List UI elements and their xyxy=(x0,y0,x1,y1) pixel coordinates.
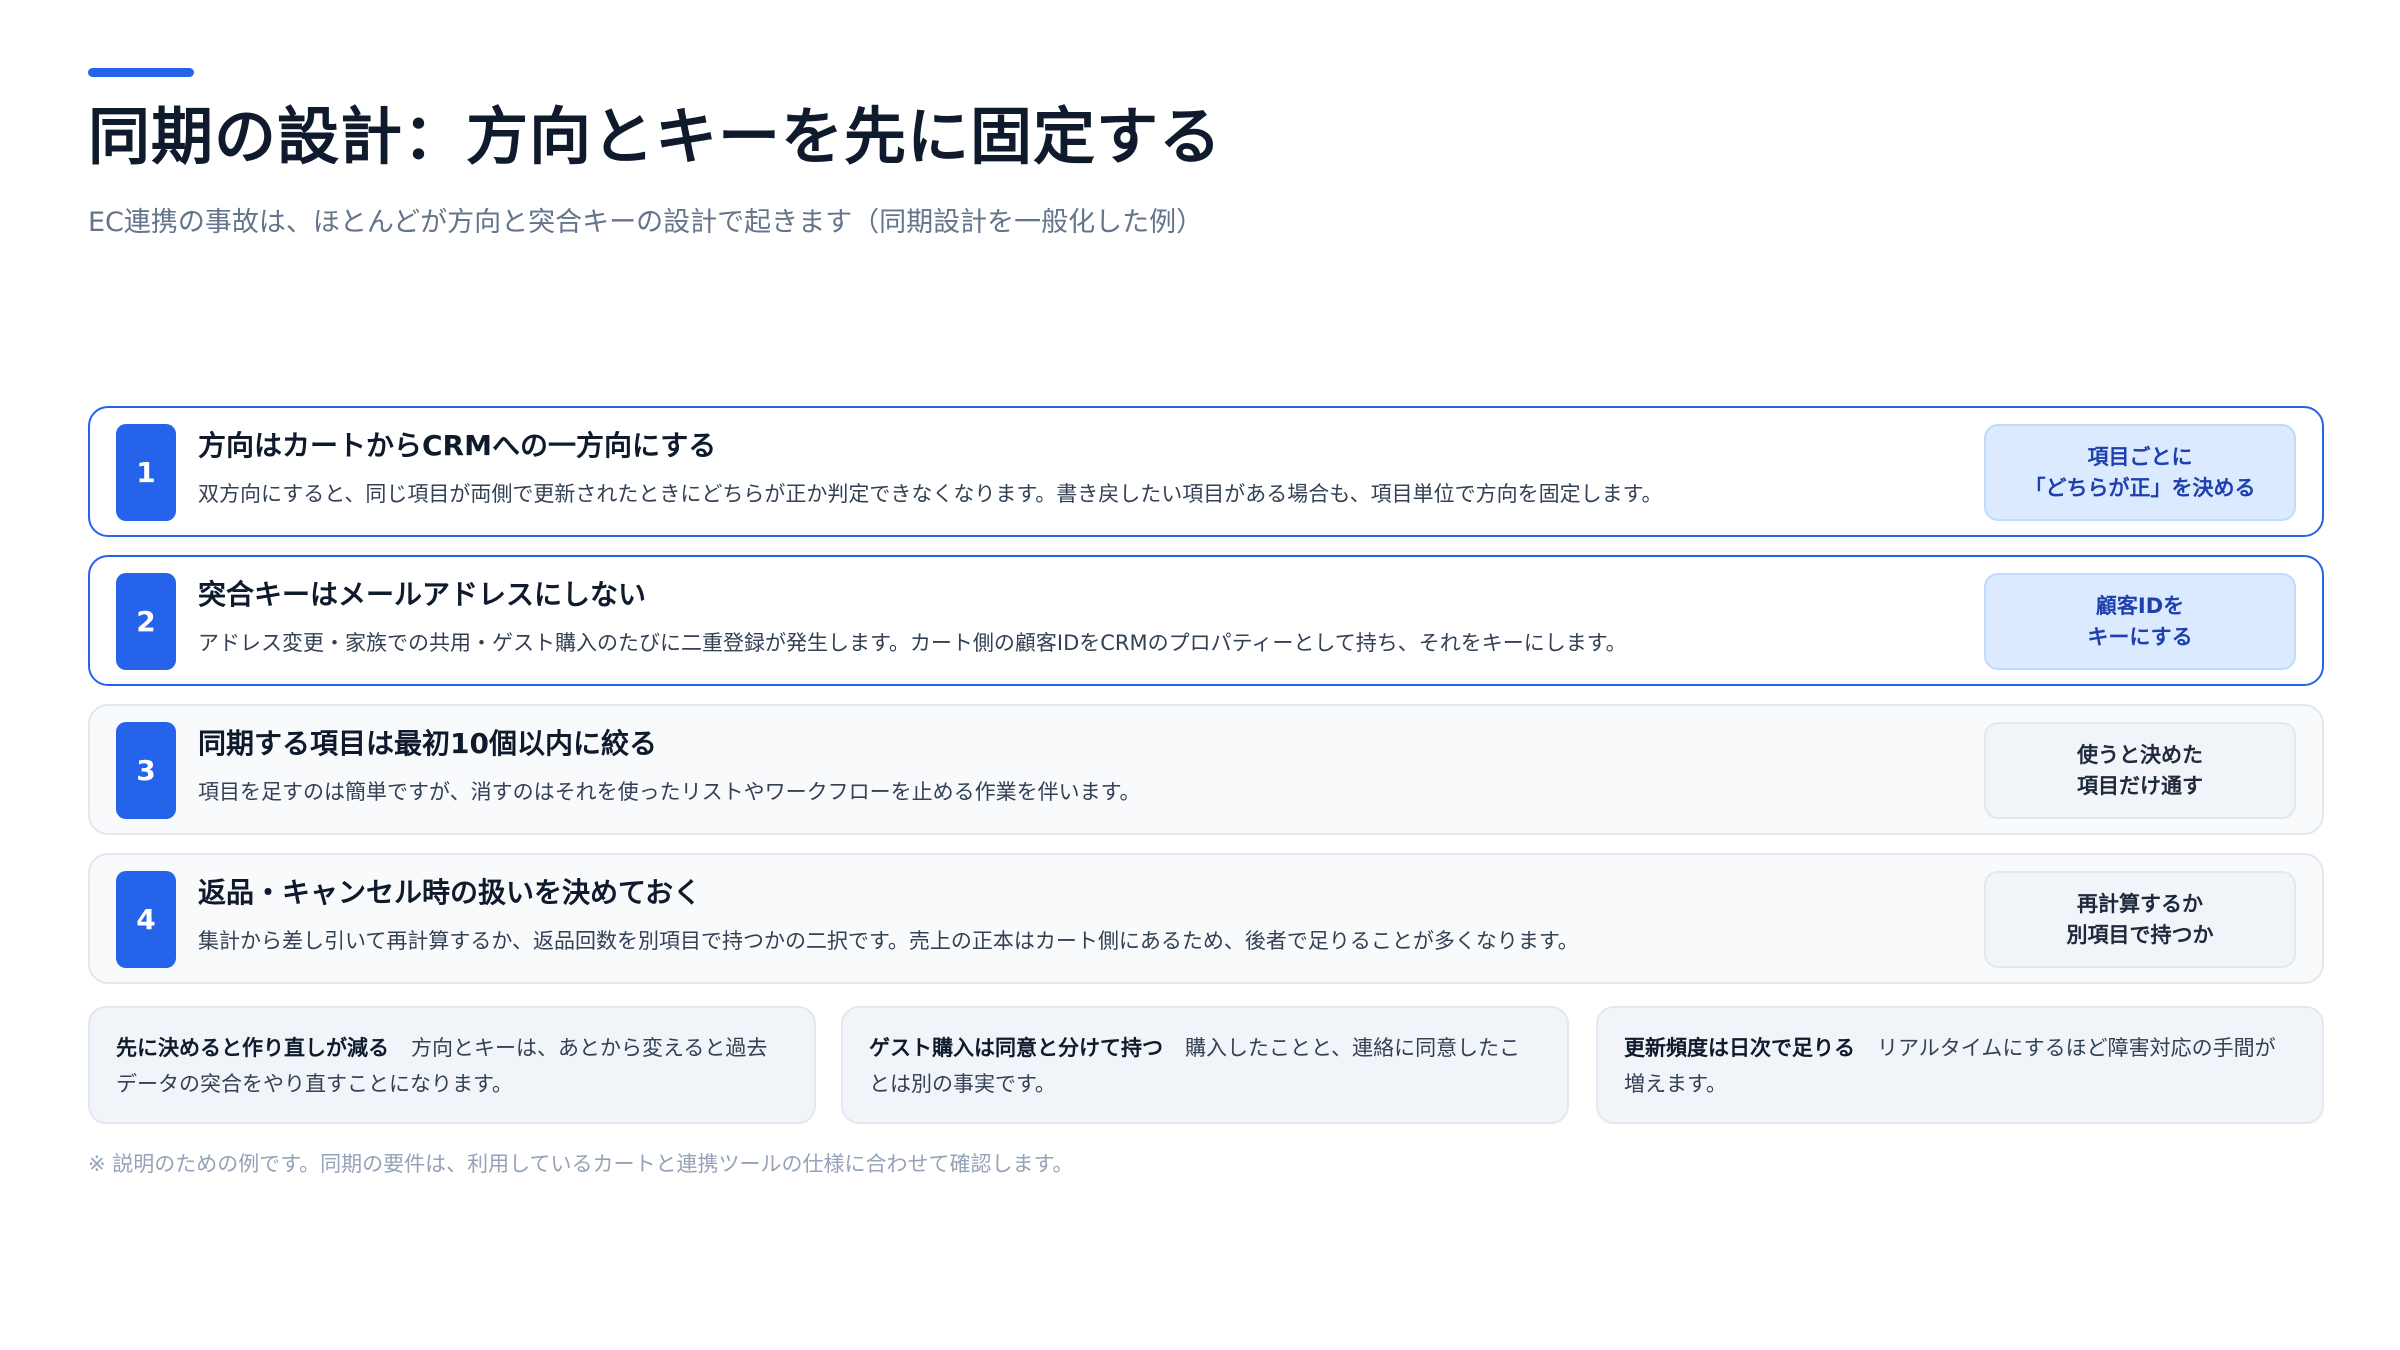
item-number-badge: 1 xyxy=(116,424,176,521)
item-tag-line: 項目だけ通す xyxy=(2077,773,2203,798)
design-item-card-3: 3 同期する項目は最初10個以内に絞る 項目を足すのは簡単ですが、消すのはそれを… xyxy=(88,704,2324,835)
page-title: 同期の設計：方向とキーを先に固定する xyxy=(88,100,1223,173)
item-tag-line: 顧客IDを xyxy=(2095,594,2185,619)
footnote: ※ 説明のための例です。同期の要件は、利用しているカートと連携ツールの仕様に合わ… xyxy=(88,1152,1074,1176)
item-title: 突合キーはメールアドレスにしない xyxy=(198,578,647,611)
item-tag: 項目ごとに 「どちらが正」を決める xyxy=(1984,424,2296,521)
note-lead: ゲスト購入は同意と分けて持つ xyxy=(869,1036,1163,1060)
item-tag-line: 使うと決めた xyxy=(2077,743,2203,768)
item-description: 項目を足すのは簡単ですが、消すのはそれを使ったリストやワークフローを止める作業を… xyxy=(198,780,1141,804)
note-lead: 更新頻度は日次で足りる xyxy=(1624,1036,1855,1060)
title-accent-bar xyxy=(88,68,194,77)
item-title: 同期する項目は最初10個以内に絞る xyxy=(198,727,657,760)
item-tag-line: 再計算するか xyxy=(2077,892,2203,917)
item-tag: 顧客IDを キーにする xyxy=(1984,573,2296,670)
item-number-badge: 3 xyxy=(116,722,176,819)
note-card: ゲスト購入は同意と分けて持つ 購入したことと、連絡に同意したことは別の事実です。 xyxy=(841,1006,1569,1124)
note-card: 更新頻度は日次で足りる リアルタイムにするほど障害対応の手間が増えます。 xyxy=(1596,1006,2324,1124)
item-description: 集計から差し引いて再計算するか、返品回数を別項目で持つかの二択です。売上の正本は… xyxy=(198,929,1579,953)
item-title: 返品・キャンセル時の扱いを決めておく xyxy=(198,876,702,909)
item-description: 双方向にすると、同じ項目が両側で更新されたときにどちらが正か判定できなくなります… xyxy=(198,482,1663,506)
design-item-card-4: 4 返品・キャンセル時の扱いを決めておく 集計から差し引いて再計算するか、返品回… xyxy=(88,853,2324,984)
note-lead: 先に決めると作り直しが減る xyxy=(116,1036,389,1060)
page-subtitle: EC連携の事故は、ほとんどが方向と突合キーの設計で起きます（同期設計を一般化した… xyxy=(88,207,1204,238)
item-tag-line: 項目ごとに xyxy=(2087,445,2193,470)
item-tag-line: キーにする xyxy=(2087,624,2193,649)
item-title: 方向はカートからCRMへの一方向にする xyxy=(198,429,717,462)
note-card: 先に決めると作り直しが減る 方向とキーは、あとから変えると過去データの突合をやり直… xyxy=(88,1006,816,1124)
item-tag: 使うと決めた 項目だけ通す xyxy=(1984,722,2296,819)
item-tag-line: 別項目で持つか xyxy=(2066,922,2214,947)
item-tag: 再計算するか 別項目で持つか xyxy=(1984,871,2296,968)
item-tag-line: 「どちらが正」を決める xyxy=(2024,475,2256,500)
item-description: アドレス変更・家族での共用・ゲスト購入のたびに二重登録が発生します。カート側の顧… xyxy=(198,631,1627,655)
design-item-card-1: 1 方向はカートからCRMへの一方向にする 双方向にすると、同じ項目が両側で更新… xyxy=(88,406,2324,537)
item-number-badge: 4 xyxy=(116,871,176,968)
item-number-badge: 2 xyxy=(116,573,176,670)
design-item-card-2: 2 突合キーはメールアドレスにしない アドレス変更・家族での共用・ゲスト購入のた… xyxy=(88,555,2324,686)
